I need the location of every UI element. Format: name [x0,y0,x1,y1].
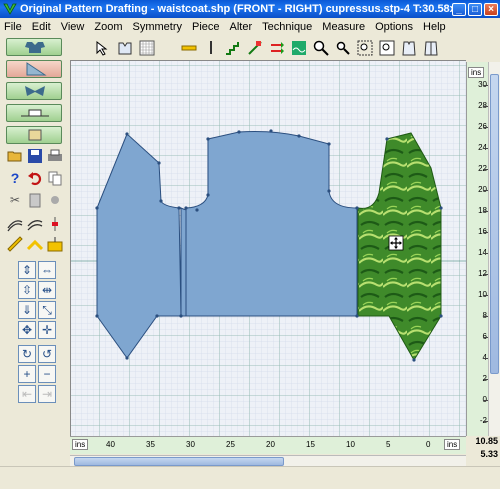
horizontal-ruler-label: 15 [306,440,315,449]
scissors-icon[interactable]: ✂ [6,191,24,209]
arrow-disabled-right-icon: ⇥ [38,385,56,403]
menu-measure[interactable]: Measure [322,21,365,33]
stairs-icon[interactable] [224,39,242,57]
horizontal-ruler-label: 20 [266,440,275,449]
print-icon[interactable] [46,147,64,165]
plus-icon[interactable]: + [18,365,36,383]
jacket-front-icon[interactable] [400,39,418,57]
grid-icon[interactable] [138,39,156,57]
rotate-clockwise-icon[interactable]: ↻ [18,345,36,363]
jacket-back-icon[interactable] [422,39,440,57]
menu-symmetry[interactable]: Symmetry [132,21,182,33]
help-icon[interactable]: ? [6,169,24,187]
vertical-ruler: ins 302826242220181614121086420-2-4 [466,62,488,446]
compress-all-icon[interactable]: ✛ [38,321,56,339]
pin-icon[interactable] [46,191,64,209]
status-bar [0,466,500,489]
menu-edit[interactable]: Edit [32,21,51,33]
window-title: Original Pattern Drafting - waistcoat.sh… [20,3,452,15]
zoom-page-icon[interactable] [378,39,396,57]
red-marker-icon[interactable] [46,215,64,233]
horizontal-ruler-label: 30 [186,440,195,449]
vertical-ruler-unit[interactable]: ins [468,67,485,78]
x-coordinate-readout: 10.85 [466,436,500,449]
select-arrow-icon[interactable] [94,39,112,57]
minimize-button[interactable]: _ [452,2,466,16]
bodice-icon[interactable] [116,39,134,57]
copy-icon[interactable] [46,169,64,187]
zoom-fit-icon[interactable] [356,39,374,57]
zoom-in-icon[interactable] [312,39,330,57]
close-button[interactable]: × [484,2,498,16]
fabric-tool-button[interactable] [6,126,62,144]
y-coordinate-readout: 5.33 [466,449,500,462]
horizontal-scrollbar[interactable] [70,455,466,466]
horizontal-ruler-label: 10 [346,440,355,449]
shrink-horizontal-icon[interactable]: ⇹ [38,281,56,299]
menu-zoom[interactable]: Zoom [94,21,122,33]
menu-view[interactable]: View [61,21,85,33]
yellow-ruler-icon[interactable] [6,235,24,253]
move-diag-icon[interactable]: ⤡ [38,301,56,319]
vertical-scrollbar[interactable] [488,62,500,436]
pattern-canvas[interactable] [70,60,466,436]
measure-bend-icon[interactable] [26,235,44,253]
undo-icon[interactable] [26,169,44,187]
menu-piece[interactable]: Piece [192,21,220,33]
ruler-tool-button[interactable] [6,104,62,122]
horizontal-ruler-label: 0 [426,440,431,449]
top-toolbar [70,35,500,60]
slope-tool-button[interactable] [6,60,62,78]
wings-tool-button[interactable] [6,82,62,100]
waves-icon[interactable] [290,39,308,57]
horizontal-scroll-thumb[interactable] [74,457,284,466]
green-arrows-icon[interactable] [268,39,286,57]
horizontal-ruler-label: 25 [226,440,235,449]
node-move-icon[interactable] [246,39,264,57]
horizontal-ruler-label: 40 [106,440,115,449]
vertical-scroll-thumb[interactable] [490,74,499,374]
pleat-tool-icon[interactable] [26,215,44,233]
save-disk-icon[interactable] [26,147,44,165]
menu-bar: File Edit View Zoom Symmetry Piece Alter… [0,18,500,35]
horizontal-ruler-unit-left[interactable]: ins [72,439,89,450]
horizontal-ruler-label: 35 [146,440,155,449]
grow-vertical-icon[interactable]: ⇕ [18,261,36,279]
open-folder-icon[interactable] [6,147,24,165]
maximize-button[interactable]: □ [468,2,482,16]
menu-options[interactable]: Options [375,21,413,33]
menu-technique[interactable]: Technique [262,21,312,33]
minus-icon[interactable]: − [38,365,56,383]
canvas-svg [71,61,466,436]
grow-horizontal-icon[interactable]: ⇔ [38,261,56,279]
horizontal-ruler-unit-right[interactable]: ins [444,439,461,450]
pencil-icon[interactable] [202,39,220,57]
horizontal-ruler: ins ins 40 35 30 25 20 15 10 5 0 [70,436,466,454]
menu-alter[interactable]: Alter [230,21,253,33]
shrink-vertical-icon[interactable]: ⇳ [18,281,36,299]
yellow-gauge-icon[interactable] [46,235,64,253]
tape-measure-icon[interactable] [180,39,198,57]
curve-tool-icon[interactable] [6,215,24,233]
title-bar: Original Pattern Drafting - waistcoat.sh… [0,0,500,18]
menu-file[interactable]: File [4,21,22,33]
horizontal-ruler-label: 5 [386,440,391,449]
paste-icon[interactable] [26,191,44,209]
expand-all-icon[interactable]: ✥ [18,321,36,339]
garment-tool-button[interactable] [6,38,62,56]
menu-help[interactable]: Help [423,21,446,33]
rotate-counterclockwise-icon[interactable]: ↺ [38,345,56,363]
side-toolbar: ? ✂ ⇕ ⇔ ⇳ ⇹ ⇓ ⤡ ✥ ✛ ↻ ↺ + − ⇤ ⇥ [0,35,68,455]
move-down-icon[interactable]: ⇓ [18,301,36,319]
arrow-disabled-left-icon: ⇤ [18,385,36,403]
app-logo-icon [3,3,17,15]
move-cursor-icon [388,235,404,251]
zoom-out-icon[interactable] [334,39,352,57]
